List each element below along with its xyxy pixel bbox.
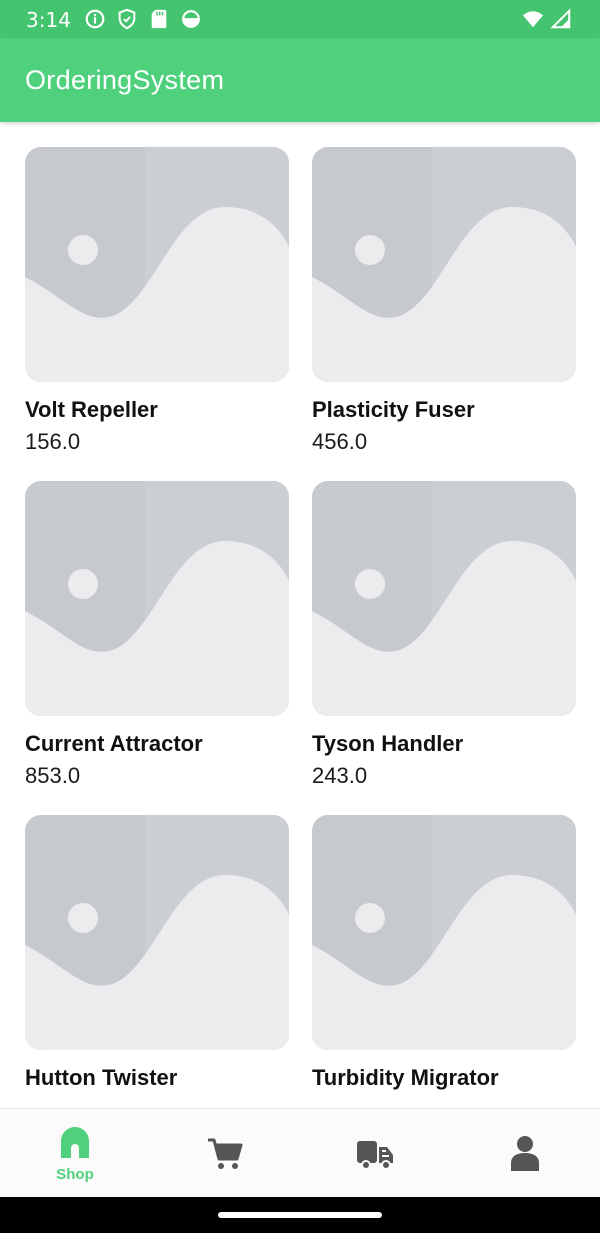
app-title: OrderingSystem (25, 65, 225, 95)
product-card[interactable]: Hutton Twister (25, 815, 289, 1097)
nav-item-cart[interactable] (150, 1109, 300, 1197)
shield-icon (118, 8, 136, 30)
product-image-placeholder (25, 815, 289, 1050)
status-time: 3:14 (26, 8, 71, 32)
product-price: 853.0 (25, 763, 81, 788)
cart-icon (208, 1138, 243, 1169)
status-bar: 3:14 (0, 0, 600, 38)
product-card[interactable]: Current Attractor 853.0 (25, 481, 289, 789)
product-price: 456.0 (312, 429, 368, 454)
product-name: Plasticity Fuser (312, 397, 475, 422)
nav-item-delivery[interactable] (300, 1109, 450, 1197)
product-card[interactable]: Volt Repeller 156.0 (25, 147, 289, 455)
product-image-placeholder (312, 815, 576, 1050)
status-icons (84, 8, 202, 30)
product-image-placeholder (312, 147, 576, 382)
product-name: Turbidity Migrator (312, 1065, 499, 1090)
info-icon (85, 9, 105, 29)
app-bar: OrderingSystem (0, 38, 600, 122)
sync-icon (182, 10, 200, 28)
profile-icon (511, 1136, 539, 1171)
product-image-placeholder (25, 481, 289, 716)
nav-item-shop[interactable]: Shop (0, 1109, 150, 1197)
product-name: Tyson Handler (312, 731, 464, 756)
product-price: 156.0 (25, 429, 81, 454)
product-image-placeholder (312, 481, 576, 716)
home-gesture-pill[interactable] (218, 1212, 382, 1218)
product-card[interactable]: Turbidity Migrator (312, 815, 576, 1097)
signal-icon (550, 8, 571, 29)
product-name: Volt Repeller (25, 397, 158, 422)
product-price: 243.0 (312, 763, 368, 788)
product-card[interactable]: Plasticity Fuser 456.0 (312, 147, 576, 455)
product-card[interactable]: Tyson Handler 243.0 (312, 481, 576, 789)
status-right-icons (522, 8, 572, 30)
system-nav-bar (0, 1197, 600, 1233)
product-grid[interactable]: Volt Repeller 156.0 Plasticity Fuser 456… (0, 122, 600, 1108)
product-image-placeholder (25, 147, 289, 382)
product-name: Current Attractor (25, 731, 203, 756)
sd-card-icon (151, 9, 167, 29)
delivery-truck-icon (357, 1141, 393, 1170)
nav-item-profile[interactable] (450, 1109, 600, 1197)
shop-icon (61, 1126, 89, 1158)
wifi-icon (522, 11, 544, 28)
bottom-nav: Shop (0, 1108, 600, 1197)
product-name: Hutton Twister (25, 1065, 178, 1090)
nav-label-shop: Shop (56, 1165, 94, 1183)
